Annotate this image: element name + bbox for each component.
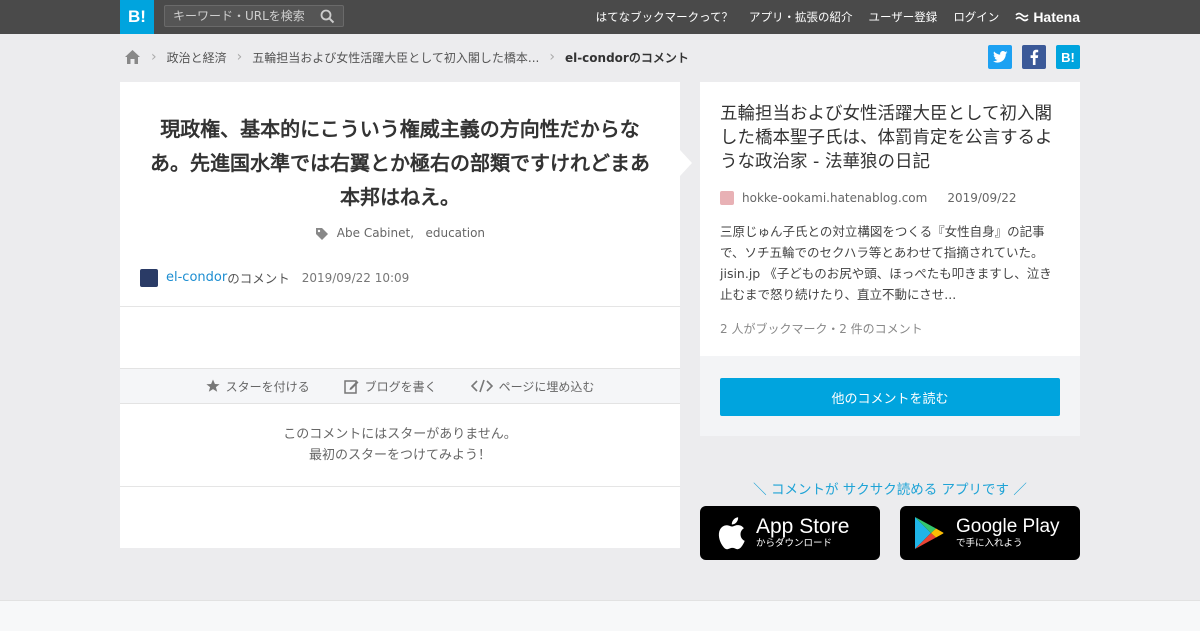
- google-play-sub: で手に入れよう: [956, 538, 1023, 549]
- embed-button[interactable]: ページに埋め込む: [470, 378, 595, 395]
- entry-title-link[interactable]: 五輪担当および女性活躍大臣として初入閣した橋本聖子氏は、体罰肯定を公言するような…: [720, 102, 1062, 174]
- facebook-icon: [1030, 49, 1039, 65]
- home-icon[interactable]: [124, 49, 141, 65]
- tag-link[interactable]: Abe Cabinet,: [337, 226, 414, 240]
- edit-icon: [343, 379, 359, 394]
- write-blog-button[interactable]: ブログを書く: [343, 378, 437, 395]
- entry-summary: 三原じゅん子氏との対立構図をつくる『女性自身』の記事で、ソチ五輪でのセクハラ等と…: [720, 224, 1052, 302]
- avatar[interactable]: [140, 268, 158, 287]
- breadcrumb: › 政治と経済 › 五輪担当および女性活躍大臣として初入閣した橋本... › e…: [124, 46, 689, 68]
- comment-text: 現政権、基本的にこういう権威主義の方向性だからなあ。先進国水準では右翼とか極右の…: [150, 117, 650, 209]
- breadcrumb-current: el-condorのコメント: [564, 50, 689, 65]
- nav-login[interactable]: ログイン: [953, 9, 999, 25]
- entry-domain-link[interactable]: hokke-ookami.hatenablog.com: [742, 191, 927, 205]
- star-icon: [205, 379, 220, 392]
- entry-card: 五輪担当および女性活躍大臣として初入閣した橋本聖子氏は、体罰肯定を公言するような…: [700, 82, 1080, 356]
- breadcrumb-entry[interactable]: 五輪担当および女性活躍大臣として初入閣した橋本...: [252, 49, 539, 66]
- no-stars-message: このコメントにはスターがありません。 最初のスターをつけてみよう！: [120, 424, 680, 466]
- chevron-right-icon: ›: [236, 49, 243, 65]
- bookmark-counts[interactable]: 2 人がブックマーク・2 件のコメント: [720, 320, 923, 337]
- app-promo-tagline: ＼ コメントが サクサク読める アプリです ／: [753, 482, 1027, 498]
- app-store-sub: からダウンロード: [756, 538, 833, 549]
- search-box[interactable]: [164, 5, 344, 27]
- hatena-logo-icon: [1015, 12, 1029, 22]
- nav-apps[interactable]: アプリ・拡張の紹介: [749, 9, 853, 25]
- divider: [120, 306, 680, 307]
- apple-icon: [718, 517, 745, 550]
- comment-card: 現政権、基本的にこういう権威主義の方向性だからなあ。先進国水準では右翼とか極右の…: [120, 82, 680, 548]
- hatena-bookmark-logo[interactable]: B!: [120, 0, 154, 34]
- breadcrumb-category[interactable]: 政治と経済: [167, 49, 227, 66]
- google-play-badge[interactable]: Google Play で手に入れよう: [900, 506, 1080, 560]
- app-store-name: App Store: [756, 515, 850, 538]
- comment-actions: スターを付ける ブログを書く ページに埋め込む: [120, 368, 680, 404]
- footer: [0, 600, 1200, 631]
- app-store-text: App Store からダウンロード: [756, 516, 849, 550]
- no-stars-line-1: このコメントにはスターがありません。: [283, 427, 517, 442]
- search-icon[interactable]: [320, 9, 335, 24]
- code-icon: [470, 379, 493, 393]
- top-bar: B! はてなブックマークって？ アプリ・拡張の紹介 ユーザー登録 ログイン Ha…: [0, 0, 1200, 34]
- app-store-badge[interactable]: App Store からダウンロード: [700, 506, 880, 560]
- comment-tags: Abe Cabinet, education: [120, 226, 680, 241]
- comment-meta: el-condor のコメント 2019/09/22 10:09: [140, 268, 409, 287]
- twitter-icon: [992, 51, 1007, 63]
- chevron-right-icon: ›: [549, 49, 555, 65]
- read-comments-area: 他のコメントを読む: [700, 356, 1080, 436]
- facebook-share-button[interactable]: [1022, 45, 1046, 69]
- add-star-label: スターを付ける: [225, 379, 310, 394]
- read-other-comments-button[interactable]: 他のコメントを読む: [720, 378, 1060, 416]
- no-stars-line-2: 最初のスターをつけてみよう！: [308, 448, 491, 463]
- chevron-right-icon: ›: [151, 49, 157, 65]
- twitter-share-button[interactable]: [988, 45, 1012, 69]
- tag-icon: [315, 227, 328, 240]
- divider: [120, 486, 680, 487]
- embed-label: ページに埋め込む: [498, 379, 595, 394]
- top-nav: はてなブックマークって？ アプリ・拡張の紹介 ユーザー登録 ログイン Haten…: [596, 0, 1080, 34]
- entry-date: 2019/09/22: [947, 191, 1017, 205]
- comment-user-link[interactable]: el-condor: [166, 270, 227, 285]
- card-pointer: [680, 150, 692, 176]
- google-play-name: Google Play: [956, 516, 1060, 537]
- search-input[interactable]: [173, 8, 313, 24]
- site-favicon: [720, 191, 734, 205]
- hatena-brand-label: Hatena: [1033, 9, 1080, 25]
- nav-about[interactable]: はてなブックマークって？: [596, 9, 733, 25]
- tag-link[interactable]: education: [425, 226, 485, 240]
- google-play-text: Google Play で手に入れよう: [956, 516, 1060, 550]
- entry-meta: hokke-ookami.hatenablog.com 2019/09/22: [720, 191, 1017, 205]
- add-star-button[interactable]: スターを付ける: [205, 378, 310, 395]
- write-blog-label: ブログを書く: [364, 379, 437, 394]
- comment-user-suffix: のコメント: [227, 271, 290, 286]
- comment-date: 2019/09/22 10:09: [301, 270, 410, 285]
- nav-register[interactable]: ユーザー登録: [869, 9, 938, 25]
- hatena-brand-link[interactable]: Hatena: [1015, 9, 1080, 25]
- share-buttons: B!: [988, 45, 1080, 69]
- google-play-icon: [915, 517, 944, 549]
- hatena-share-button[interactable]: B!: [1056, 45, 1080, 69]
